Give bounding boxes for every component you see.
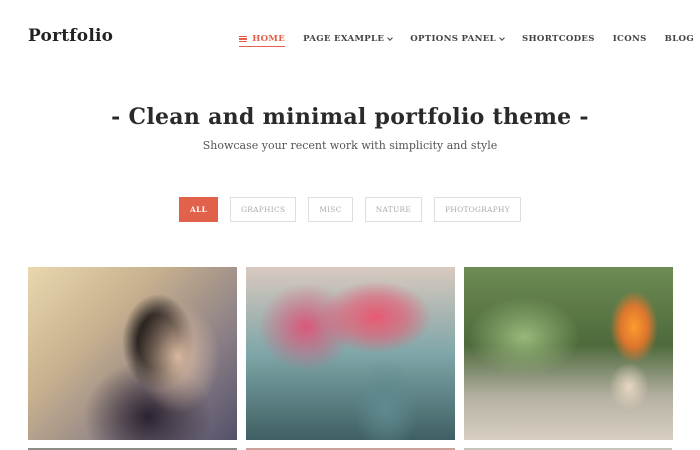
- filter-all-button[interactable]: ALL: [179, 197, 219, 222]
- nav-item-label: SHORTCODES: [522, 34, 595, 44]
- nav-item-blog[interactable]: BLOG: [665, 34, 694, 44]
- nav-item-label: HOME: [252, 34, 286, 44]
- portfolio-gallery: [28, 267, 673, 440]
- nav-item-page-example[interactable]: PAGE EXAMPLE: [303, 34, 394, 44]
- nav-item-label: BLOG: [664, 34, 694, 44]
- filter-misc-button[interactable]: MISC: [308, 197, 353, 222]
- chevron-down-icon: [499, 34, 505, 41]
- nav-item-label: OPTIONS PANEL: [410, 34, 496, 44]
- hero-subtitle: Showcase your recent work with simplicit…: [202, 139, 498, 152]
- chevron-down-icon: [387, 34, 394, 41]
- portfolio-filter-bar: ALL GRAPHICS MISC NATURE PHOTOGRAPHY: [0, 197, 700, 222]
- nav-item-label: ICONS: [612, 34, 647, 44]
- filter-photography-button[interactable]: PHOTOGRAPHY: [434, 197, 521, 222]
- filter-nature-button[interactable]: NATURE: [364, 197, 423, 222]
- nav-item-options-panel[interactable]: OPTIONS PANEL: [410, 34, 505, 44]
- nav-item-shortcodes[interactable]: SHORTCODES: [522, 34, 595, 44]
- filter-graphics-button[interactable]: GRAPHICS: [230, 197, 297, 222]
- nav-item-label: PAGE EXAMPLE: [303, 34, 385, 44]
- gallery-item-pink-tree-photo[interactable]: [246, 267, 455, 440]
- hero-title: - Clean and minimal portfolio theme -: [111, 104, 589, 130]
- gallery-item-paint-splash-cup-photo[interactable]: [464, 267, 673, 440]
- menu-icon: [239, 35, 248, 43]
- nav-item-home[interactable]: HOME: [239, 34, 286, 47]
- site-logo[interactable]: Portfolio: [28, 26, 113, 46]
- nav-item-icons[interactable]: ICONS: [613, 34, 647, 44]
- gallery-item-woman-hair-photo[interactable]: [28, 267, 237, 440]
- main-nav: HOME PAGE EXAMPLE OPTIONS PANEL SHORTCOD…: [221, 31, 700, 47]
